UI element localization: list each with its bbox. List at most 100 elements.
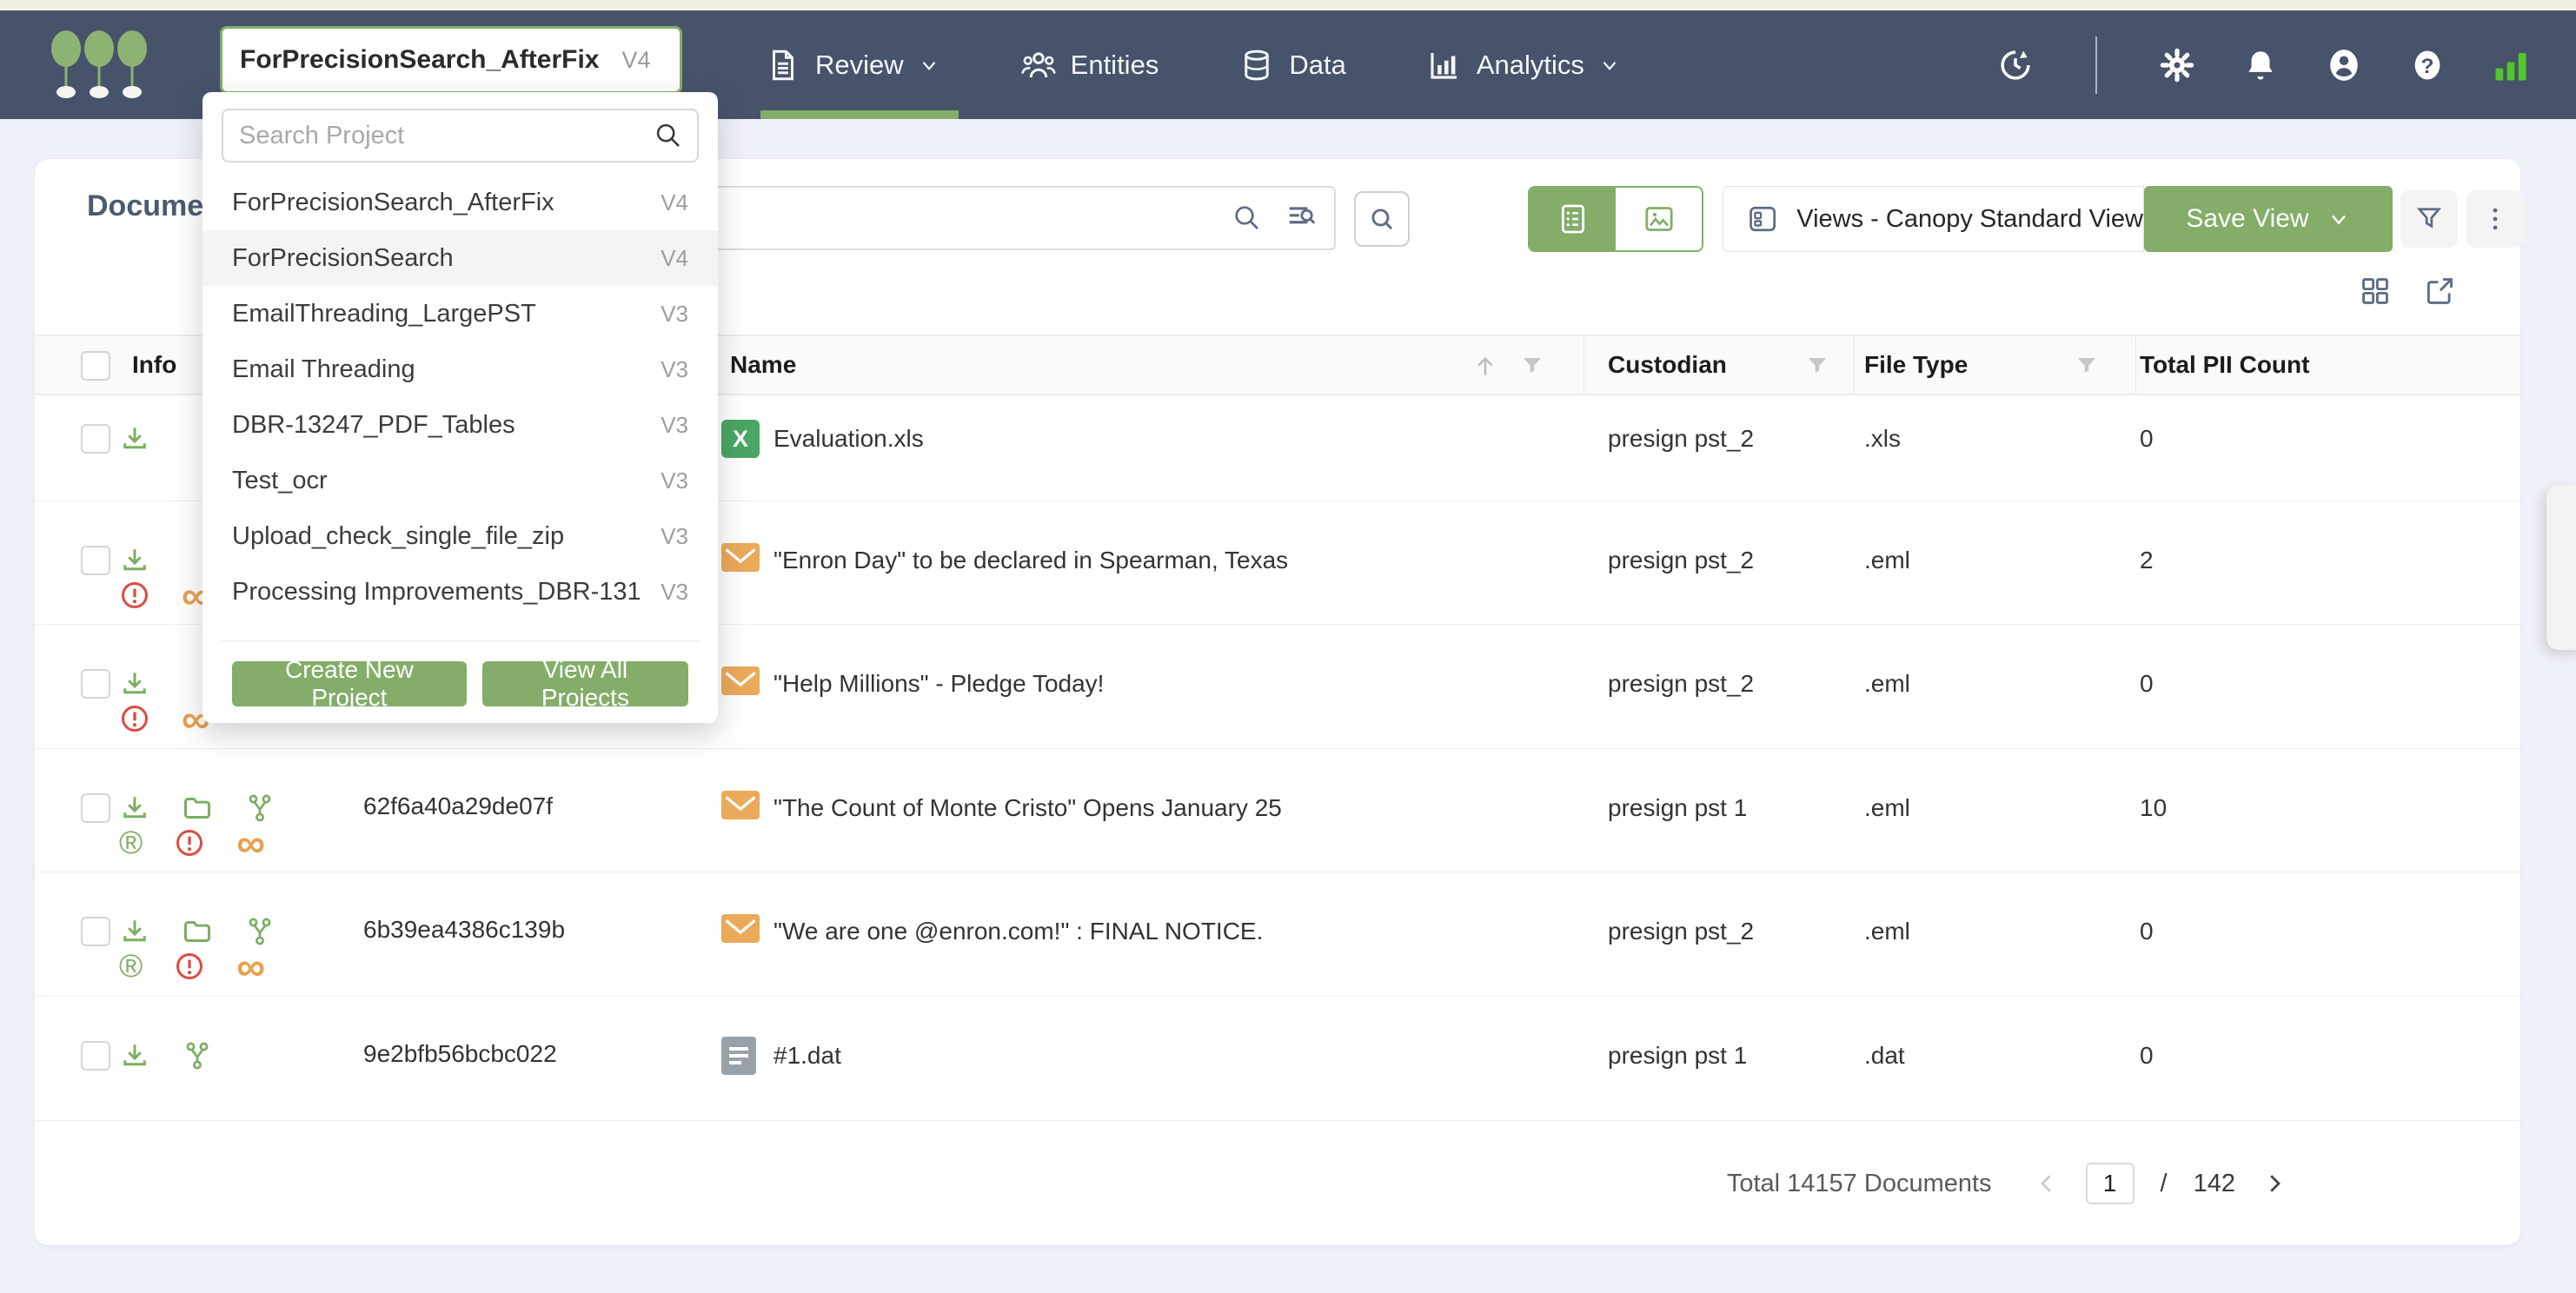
document-name[interactable]: #1.dat xyxy=(773,1038,841,1073)
document-id[interactable]: 9e2bfb56bcbc022 xyxy=(363,1037,557,1071)
kebab-menu-icon xyxy=(2480,204,2510,234)
table-footer: Total 14157 Documents 1 / 142 xyxy=(35,1122,2520,1245)
settings-gear-icon[interactable] xyxy=(2159,47,2195,83)
search-builder-icon[interactable] xyxy=(1285,202,1318,235)
row-checkbox[interactable] xyxy=(81,1041,110,1071)
save-view-button[interactable]: Save View xyxy=(2144,186,2393,252)
export-icon[interactable] xyxy=(2423,275,2456,308)
version-branch-icon[interactable] xyxy=(244,792,276,824)
download-icon[interactable] xyxy=(119,792,150,824)
prev-page-icon[interactable] xyxy=(2034,1170,2060,1197)
row-checkbox[interactable] xyxy=(81,424,110,454)
history-icon[interactable] xyxy=(1997,47,2034,83)
folder-icon[interactable] xyxy=(182,916,213,947)
tab-entities[interactable]: Entities xyxy=(1020,47,1159,83)
error-icon[interactable] xyxy=(174,951,205,982)
document-name[interactable]: Evaluation.xls xyxy=(773,421,924,456)
download-icon[interactable] xyxy=(119,423,150,454)
download-icon[interactable] xyxy=(119,916,150,947)
project-search-input[interactable] xyxy=(239,122,645,150)
row-checkbox[interactable] xyxy=(81,917,110,946)
tab-review[interactable]: Review xyxy=(765,47,940,83)
project-search-box[interactable] xyxy=(222,109,699,162)
name-filter-icon[interactable] xyxy=(1519,354,1545,380)
download-icon[interactable] xyxy=(119,668,150,700)
header-custodian[interactable]: Custodian xyxy=(1608,336,1727,394)
advanced-search-button[interactable] xyxy=(1354,191,1410,247)
version-branch-icon[interactable] xyxy=(244,916,276,947)
header-pii[interactable]: Total PII Count xyxy=(2140,336,2309,394)
email-icon xyxy=(721,543,760,572)
profile-icon[interactable] xyxy=(2326,47,2362,83)
row-checkbox[interactable] xyxy=(81,546,110,575)
error-icon[interactable] xyxy=(174,827,205,859)
side-panel-handle[interactable] xyxy=(2546,485,2576,650)
linked-duplicate-icon[interactable]: ∞ xyxy=(236,827,263,859)
project-option[interactable]: DBR-13247_PDF_Tables V3 xyxy=(202,397,718,453)
custodian-filter-icon[interactable] xyxy=(1804,354,1830,380)
project-option[interactable]: EmailThreading_LargePST V3 xyxy=(202,286,718,341)
table-row[interactable]: 9e2bfb56bcbc022 #1.dat presign pst 1 .da… xyxy=(35,997,2520,1121)
canopy-logo-icon xyxy=(49,30,153,103)
tab-data-label: Data xyxy=(1289,50,1345,81)
image-view-button[interactable] xyxy=(1616,188,1702,250)
database-icon xyxy=(1238,47,1275,83)
project-option[interactable]: ForPrecisionSearch V4 xyxy=(202,230,718,286)
document-name[interactable]: "The Count of Monte Cristo" Opens Januar… xyxy=(773,791,1282,826)
chevron-down-icon xyxy=(2327,207,2351,231)
column-settings-grid-icon[interactable] xyxy=(2359,275,2392,308)
project-selector[interactable]: ForPrecisionSearch_AfterFix V4 xyxy=(220,26,682,94)
error-icon[interactable] xyxy=(119,703,150,734)
view-mode-toggle xyxy=(1528,186,1703,252)
document-name[interactable]: "Help Millions" - Pledge Today! xyxy=(773,666,1104,701)
navbar-divider xyxy=(2095,36,2097,94)
linked-duplicate-icon[interactable]: ∞ xyxy=(236,951,263,982)
list-view-button[interactable] xyxy=(1530,188,1616,250)
project-option[interactable]: Test_ocr V3 xyxy=(202,453,718,508)
project-option[interactable]: Email Threading V3 xyxy=(202,341,718,397)
folder-icon[interactable] xyxy=(182,792,213,824)
sort-ascending-icon[interactable] xyxy=(1471,352,1500,381)
create-new-project-button[interactable]: Create New Project xyxy=(232,661,467,706)
more-options-button[interactable] xyxy=(2466,190,2524,248)
chevron-down-icon xyxy=(1598,54,1621,76)
view-all-projects-button[interactable]: View All Projects xyxy=(482,661,688,706)
document-name[interactable]: "Enron Day" to be declared in Spearman, … xyxy=(773,543,1288,578)
header-name[interactable]: Name xyxy=(730,336,796,394)
header-info[interactable]: Info xyxy=(132,336,176,394)
chevron-down-icon xyxy=(918,54,940,76)
error-icon[interactable] xyxy=(119,580,150,611)
pii-count-cell: 2 xyxy=(2140,543,2154,578)
help-icon[interactable]: ? xyxy=(2409,47,2446,83)
table-row[interactable]: ® ∞ 6b39ea4386c139b "We are one @enron.c… xyxy=(35,872,2520,997)
file-type-filter-icon[interactable] xyxy=(2074,354,2100,380)
redacted-icon[interactable]: ® xyxy=(119,951,143,982)
row-checkbox[interactable] xyxy=(81,669,110,699)
project-option[interactable]: Upload_check_single_file_zip V3 xyxy=(202,508,718,564)
document-name[interactable]: "We are one @enron.com!" : FINAL NOTICE. xyxy=(773,914,1263,949)
filter-button[interactable] xyxy=(2400,190,2458,248)
version-branch-icon[interactable] xyxy=(182,1040,213,1071)
notifications-bell-icon[interactable] xyxy=(2242,47,2279,83)
redacted-icon[interactable]: ® xyxy=(119,827,143,859)
project-option[interactable]: Processing Improvements_DBR-131... V3 xyxy=(202,564,718,620)
download-icon[interactable] xyxy=(119,545,150,576)
row-checkbox[interactable] xyxy=(81,793,110,823)
tab-analytics[interactable]: Analytics xyxy=(1426,47,1621,83)
next-page-icon[interactable] xyxy=(2261,1170,2287,1197)
tab-data[interactable]: Data xyxy=(1238,47,1345,83)
header-file-type[interactable]: File Type xyxy=(1864,336,1968,394)
views-selector[interactable]: Views - Canopy Standard View xyxy=(1723,186,2144,252)
table-tools xyxy=(2359,275,2456,308)
search-icon[interactable] xyxy=(1232,202,1263,234)
select-all-checkbox[interactable] xyxy=(81,351,110,381)
document-id[interactable]: 6b39ea4386c139b xyxy=(363,912,565,947)
table-row[interactable]: ® ∞ 62f6a40a29de07f "The Count of Monte … xyxy=(35,749,2520,872)
project-option[interactable]: ForPrecisionSearch_AfterFix V4 xyxy=(202,175,718,230)
signal-bars-icon[interactable] xyxy=(2493,47,2529,83)
page-number-input[interactable]: 1 xyxy=(2086,1163,2134,1204)
custodian-cell: presign pst_2 xyxy=(1608,543,1754,578)
download-icon[interactable] xyxy=(119,1040,150,1071)
document-id[interactable]: 62f6a40a29de07f xyxy=(363,789,553,824)
project-version: V4 xyxy=(621,47,650,74)
